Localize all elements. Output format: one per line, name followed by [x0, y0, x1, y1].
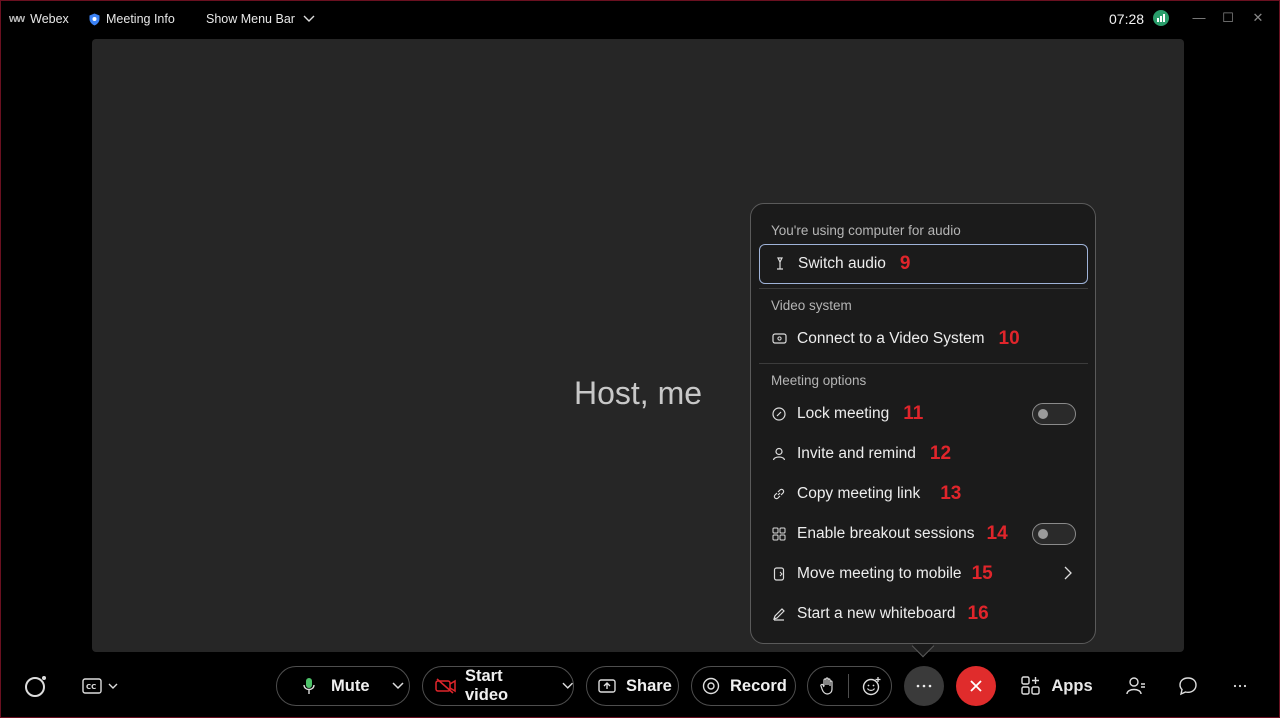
- more-options-button[interactable]: [904, 666, 944, 706]
- step-number: 14: [986, 523, 1008, 544]
- video-section-label: Video system: [771, 298, 852, 313]
- mobile-icon: [771, 566, 787, 582]
- raise-hand-icon[interactable]: [820, 677, 836, 695]
- start-video-button[interactable]: Start video: [422, 666, 574, 706]
- connect-video-label: Connect to a Video System: [797, 330, 985, 347]
- more-options-menu: You're using computer for audio Switch a…: [750, 203, 1096, 644]
- mute-button[interactable]: Mute: [276, 666, 410, 706]
- reactions-group: [807, 666, 892, 706]
- reactions-icon[interactable]: [862, 676, 882, 696]
- webex-meeting-window: ww Webex Meeting Info Show Menu Bar 07:2…: [0, 0, 1280, 718]
- show-menu-bar-label: Show Menu Bar: [206, 12, 295, 26]
- close-icon: [970, 680, 982, 692]
- meeting-clock: 07:28: [1109, 11, 1145, 27]
- webex-logo-icon: ww: [9, 13, 25, 25]
- lock-meeting-label: Lock meeting: [797, 405, 890, 422]
- new-whiteboard-item[interactable]: Start a new whiteboard 16: [759, 594, 1088, 634]
- connect-video-system-item[interactable]: Connect to a Video System 10: [759, 319, 1088, 359]
- switch-audio-item[interactable]: Switch audio 9: [759, 244, 1088, 284]
- share-button[interactable]: Share: [586, 666, 679, 706]
- step-number: 10: [998, 328, 1020, 349]
- share-label: Share: [626, 676, 672, 695]
- breakout-label: Enable breakout sessions: [797, 525, 975, 542]
- lock-icon: [771, 406, 787, 422]
- record-icon: [702, 677, 720, 695]
- meeting-controls-bar: CC Mute Start video Share Record Apps: [1, 661, 1280, 711]
- apps-icon: [1021, 676, 1041, 695]
- apps-label: Apps: [1051, 676, 1093, 695]
- chevron-down-icon: [108, 683, 118, 689]
- step-number: 9: [899, 253, 911, 274]
- invite-remind-label: Invite and remind: [797, 445, 916, 462]
- ellipsis-icon: [1233, 684, 1247, 688]
- lock-meeting-item[interactable]: Lock meeting 11: [759, 394, 1088, 434]
- person-icon: [771, 446, 787, 462]
- step-number: 16: [967, 603, 989, 624]
- breakout-toggle[interactable]: [1032, 523, 1076, 545]
- pencil-icon: [771, 606, 787, 622]
- record-button[interactable]: Record: [691, 666, 796, 706]
- participants-button[interactable]: [1123, 671, 1149, 701]
- meeting-info-label: Meeting Info: [106, 12, 175, 26]
- copy-meeting-link-item[interactable]: Copy meeting link 13: [759, 474, 1088, 514]
- whiteboard-label: Start a new whiteboard: [797, 605, 956, 622]
- microphone-icon: [303, 677, 315, 695]
- divider: [848, 674, 849, 698]
- divider: [759, 363, 1088, 364]
- share-icon: [598, 678, 616, 694]
- participants-icon: [1126, 677, 1145, 695]
- closed-captions-button[interactable]: CC: [77, 671, 123, 701]
- chevron-down-icon[interactable]: [391, 682, 404, 690]
- shield-icon: [89, 13, 100, 25]
- ellipsis-icon: [916, 684, 932, 688]
- step-number: 15: [971, 563, 993, 584]
- lock-meeting-toggle[interactable]: [1032, 403, 1076, 425]
- video-system-icon: [771, 331, 787, 347]
- options-section-label: Meeting options: [771, 373, 867, 388]
- svg-text:CC: CC: [86, 683, 96, 691]
- chevron-down-icon[interactable]: [561, 682, 573, 690]
- app-name: Webex: [30, 12, 69, 26]
- move-mobile-label: Move meeting to mobile: [797, 565, 962, 582]
- step-number: 11: [903, 403, 924, 424]
- video-off-icon: [435, 678, 457, 694]
- close-icon[interactable]: ✕: [1248, 9, 1268, 27]
- more-panels-button[interactable]: [1227, 671, 1253, 701]
- audio-icon: [772, 256, 788, 272]
- meeting-info-button[interactable]: Meeting Info: [89, 10, 175, 28]
- record-label: Record: [730, 676, 787, 695]
- step-number: 13: [940, 483, 962, 504]
- chat-button[interactable]: [1175, 671, 1201, 701]
- breakout-grid-icon: [771, 526, 787, 542]
- start-video-label: Start video: [465, 667, 509, 704]
- maximize-icon[interactable]: ☐: [1218, 9, 1238, 27]
- apps-button[interactable]: Apps: [1021, 671, 1093, 701]
- switch-audio-label: Switch audio: [798, 255, 886, 272]
- divider: [759, 288, 1088, 289]
- audio-section-label: You're using computer for audio: [771, 223, 961, 238]
- copy-link-label: Copy meeting link: [797, 485, 921, 502]
- enable-breakout-item[interactable]: Enable breakout sessions 14: [759, 514, 1088, 554]
- minimize-icon[interactable]: —: [1189, 9, 1209, 27]
- webex-app-label: ww Webex: [9, 10, 69, 28]
- closed-captions-icon: CC: [82, 678, 102, 694]
- title-bar: ww Webex Meeting Info Show Menu Bar 07:2…: [1, 1, 1280, 37]
- chevron-down-icon: [303, 15, 315, 22]
- mute-label: Mute: [331, 676, 370, 695]
- chevron-right-icon: [1064, 566, 1072, 580]
- chat-icon: [1179, 677, 1197, 696]
- webex-assistant-icon[interactable]: [16, 666, 56, 706]
- step-number: 12: [929, 443, 952, 464]
- move-to-mobile-item[interactable]: Move meeting to mobile 15: [759, 554, 1088, 594]
- link-icon: [771, 486, 787, 502]
- network-status-icon[interactable]: [1153, 10, 1169, 26]
- end-meeting-button[interactable]: [956, 666, 996, 706]
- invite-remind-item[interactable]: Invite and remind 12: [759, 434, 1088, 474]
- show-menu-bar-button[interactable]: Show Menu Bar: [206, 10, 315, 28]
